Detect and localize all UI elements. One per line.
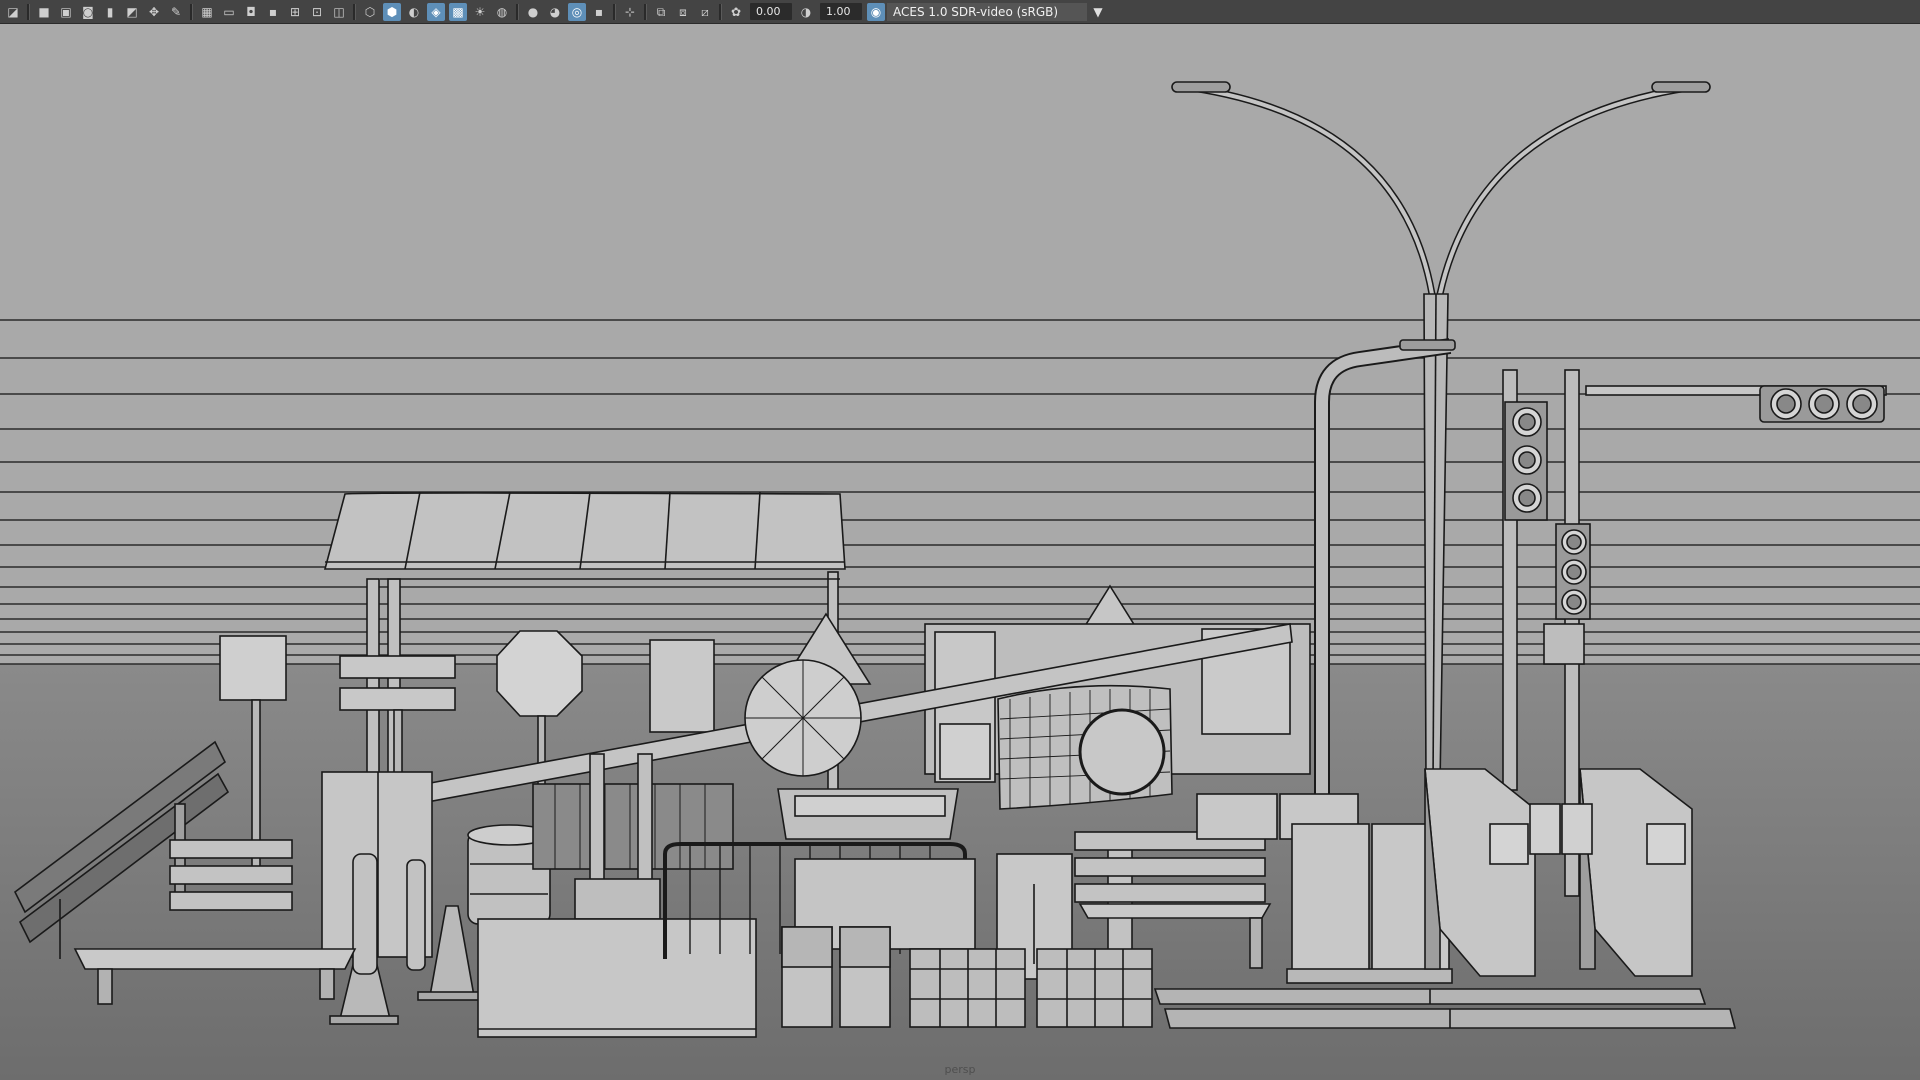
use-default-material-icon[interactable]: ◐ xyxy=(405,3,423,21)
toolbar-separator xyxy=(516,3,519,20)
ambient-occlusion-icon[interactable]: ◕ xyxy=(546,3,564,21)
2d-pan-zoom-icon[interactable]: ✥ xyxy=(145,3,163,21)
field-chart-icon[interactable]: ⊞ xyxy=(286,3,304,21)
smooth-shade-icon[interactable]: ⬢ xyxy=(383,2,401,21)
isolate-select-icon[interactable]: ⊹ xyxy=(621,3,639,21)
select-camera-icon[interactable]: ■ xyxy=(35,3,53,21)
wireframe-on-shaded-icon[interactable]: ◈ xyxy=(427,2,445,21)
safe-action-icon[interactable]: ⊡ xyxy=(308,3,326,21)
gamma-icon[interactable]: ◑ xyxy=(797,3,815,21)
blank-sign-panel[interactable] xyxy=(649,639,715,733)
view-transform-select[interactable]: ACES 1.0 SDR-video (sRGB) xyxy=(887,2,1087,21)
xray-active-icon[interactable]: ⧈ xyxy=(674,3,692,21)
3d-viewport[interactable]: persp xyxy=(0,24,1920,1080)
backdrop-wall xyxy=(0,24,1920,664)
camera-name-label: persp xyxy=(944,1063,976,1076)
bookmark-icon[interactable]: ▮ xyxy=(101,3,119,21)
grid-icon[interactable]: ▦ xyxy=(198,3,216,21)
concrete-barrier[interactable] xyxy=(477,918,757,1038)
backface-culling-icon[interactable]: ⧄ xyxy=(696,3,714,21)
xray-icon[interactable]: ▩ xyxy=(449,2,467,21)
lock-camera-icon[interactable]: ▣ xyxy=(57,3,75,21)
viewport-toolbar: ◪ ■ ▣ ◙ ▮ ◩ ✥ ✎ ▦ ▭ ◘ ▪ ⊞ ⊡ ◫ ⬡ ⬢ ◐ ◈ ▩ … xyxy=(0,0,1920,24)
gate-mask-icon[interactable]: ▪ xyxy=(264,3,282,21)
xray-joints-icon[interactable]: ⧉ xyxy=(652,3,670,21)
anti-aliasing-icon[interactable]: ▪ xyxy=(590,3,608,21)
image-plane-icon[interactable]: ◩ xyxy=(123,3,141,21)
chevron-down-icon[interactable]: ▼ xyxy=(1087,3,1109,21)
panel-menu-icon[interactable]: ◪ xyxy=(4,3,22,21)
wireframe-icon[interactable]: ⬡ xyxy=(361,3,379,21)
exposure-field[interactable]: 0.00 xyxy=(750,3,792,20)
shadows-icon[interactable]: ● xyxy=(524,3,542,21)
toolbar-separator xyxy=(353,3,356,20)
mesh-grid-panel[interactable] xyxy=(997,684,1173,810)
textured-icon[interactable]: ☀ xyxy=(471,3,489,21)
toolbar-separator xyxy=(27,3,30,20)
toolbar-separator xyxy=(613,3,616,20)
lights-icon[interactable]: ◍ xyxy=(493,3,511,21)
film-gate-icon[interactable]: ▭ xyxy=(220,3,238,21)
curb-stones[interactable] xyxy=(1153,988,1737,1029)
toolbar-separator xyxy=(190,3,193,20)
motion-blur-icon[interactable]: ◎ xyxy=(568,2,586,21)
gamma-field[interactable]: 1.00 xyxy=(820,3,862,20)
flower-box[interactable] xyxy=(777,788,959,840)
viewport-scene[interactable] xyxy=(0,24,1920,1080)
camera-attributes-icon[interactable]: ◙ xyxy=(79,3,97,21)
exposure-icon[interactable]: ✿ xyxy=(727,3,745,21)
resolution-gate-icon[interactable]: ◘ xyxy=(242,3,260,21)
toolbar-separator xyxy=(644,3,647,20)
grease-pencil-icon[interactable]: ✎ xyxy=(167,3,185,21)
safe-title-icon[interactable]: ◫ xyxy=(330,3,348,21)
color-management-icon[interactable]: ◉ xyxy=(867,2,885,21)
toolbar-separator xyxy=(719,3,722,20)
